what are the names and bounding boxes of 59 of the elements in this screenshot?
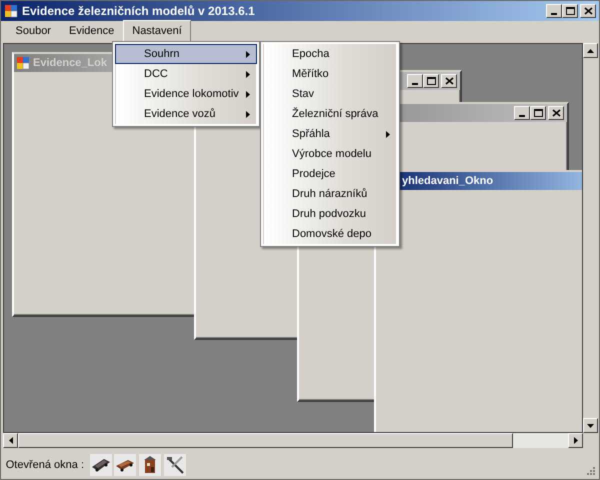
scroll-right-button[interactable] [568,433,583,448]
submenu-arrow-icon [246,70,250,78]
maximize-button[interactable] [423,74,440,88]
menu-item[interactable]: Domovské depo [263,224,397,244]
scroll-left-button[interactable] [3,433,18,448]
taskbar-button[interactable] [114,454,136,476]
app-icon [4,4,18,18]
submenu-arrow-icon [246,50,250,58]
app-icon [16,56,30,70]
taskbar-button[interactable] [164,454,186,476]
window-title: Evidence železničních modelů v 2013.6.1 [22,3,256,20]
window-title: yhledavani_Okno [401,174,494,189]
minimize-icon [551,13,558,15]
menu-item[interactable]: Epocha [263,44,397,64]
menu-item[interactable]: Evidence lokomotiv [115,84,257,104]
menu-item[interactable]: Souhrn [115,44,257,64]
menu-item[interactable]: Druh nárazníků [263,184,397,204]
menu-item[interactable]: Druh podvozku [263,204,397,224]
right-arrow-icon [574,437,578,444]
left-arrow-icon [8,437,12,444]
maximize-button[interactable] [562,4,578,18]
close-button[interactable] [548,106,564,120]
close-button[interactable] [441,74,458,88]
maximize-icon [564,5,577,17]
menu-item[interactable]: Železniční správa [263,104,397,124]
minimize-icon [412,83,418,85]
close-icon [442,75,456,87]
menu-item[interactable]: Evidence vozů [115,104,257,124]
taskbar-button[interactable] [90,454,112,476]
scroll-up-button[interactable] [583,43,598,58]
menu-item[interactable]: Výrobce modelu [263,144,397,164]
window-title: Evidence_Lok [33,56,108,71]
maximize-icon [532,107,545,119]
close-button[interactable] [580,4,596,18]
close-icon [582,5,595,17]
minimize-button[interactable] [514,106,530,120]
resize-grip-icon[interactable] [585,465,595,475]
menu-item[interactable]: Evidence [60,20,124,43]
minimize-button[interactable] [407,74,424,88]
submenu-arrow-icon [246,110,250,118]
menu-item[interactable]: Měřítko [263,64,397,84]
scroll-down-button[interactable] [583,418,598,433]
minimize-icon [519,115,526,117]
menu-item[interactable]: Prodejce [263,164,397,184]
menu-item[interactable]: Soubor [6,20,60,43]
maximize-button[interactable] [530,106,546,120]
menu-item[interactable]: Spřáhla [263,124,397,144]
menu-item[interactable]: DCC [115,64,257,84]
up-arrow-icon [587,48,594,52]
minimize-button[interactable] [546,4,562,18]
taskbar-button[interactable] [139,454,162,476]
menu-item[interactable]: Stav [263,84,397,104]
vertical-scrollbar[interactable] [583,43,598,433]
submenu-arrow-icon [246,90,250,98]
close-icon [550,107,563,119]
submenu-arrow-icon [386,130,390,138]
down-arrow-icon [587,424,594,428]
status-label: Otevřená okna : [6,458,84,473]
maximize-icon [424,75,438,87]
